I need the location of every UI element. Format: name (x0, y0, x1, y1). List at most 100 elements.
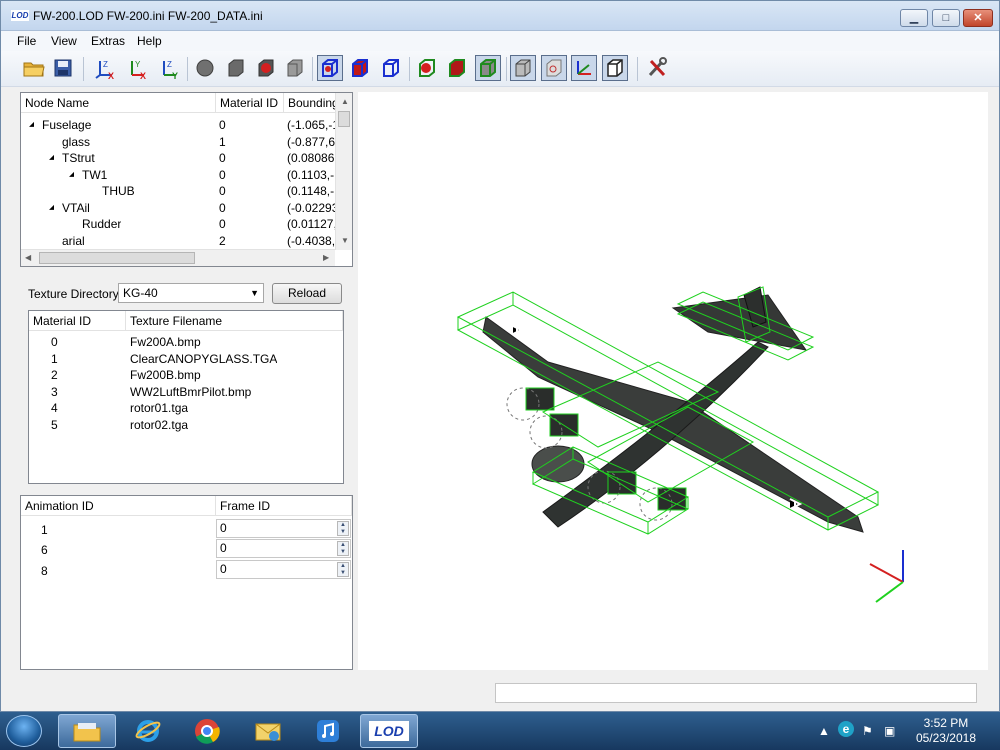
texture-material-id: 4 (51, 401, 58, 415)
gray-sphere-icon[interactable] (192, 55, 218, 81)
clock-time: 3:52 PM (923, 716, 969, 730)
texture-table[interactable]: Material ID Texture Filename 0 Fw200A.bm… (28, 310, 344, 484)
expand-arrow-icon[interactable]: ◢ (49, 200, 54, 216)
menu-help[interactable]: Help (137, 34, 162, 48)
minimize-button[interactable]: ▁ (900, 9, 928, 27)
header-material-id[interactable]: Material ID (29, 311, 126, 331)
windows-start-icon[interactable] (6, 715, 42, 747)
frame-id-spinbox[interactable]: 0 ▲ ▼ (216, 539, 351, 558)
node-bounds: (0.08086,- (287, 151, 337, 165)
bounding-box-icon[interactable] (602, 55, 628, 81)
node-name: THUB (102, 184, 135, 198)
header-material-id[interactable]: Material ID (216, 93, 284, 113)
app-window: LOD FW-200.LOD FW-200.ini FW-200_DATA.in… (0, 0, 1000, 712)
frame-id-spinbox[interactable]: 0 ▲ ▼ (216, 519, 351, 538)
frame-id-value: 0 (220, 541, 227, 555)
gray-shaded-cube-icon[interactable] (282, 55, 308, 81)
header-node-name[interactable]: Node Name (21, 93, 216, 113)
green-red-cube-icon[interactable] (444, 55, 470, 81)
texture-material-id: 2 (51, 368, 58, 382)
lod-viewer-icon[interactable]: LOD (360, 714, 418, 748)
svg-text:Y: Y (135, 60, 141, 69)
texture-filename: rotor01.tga (130, 401, 189, 415)
scroll-up-arrow-icon[interactable]: ▲ (341, 97, 349, 106)
animation-id: 8 (41, 564, 48, 578)
red-wire-cube-icon[interactable] (414, 55, 440, 81)
spin-arrows-icon[interactable]: ▲ ▼ (337, 541, 349, 556)
camera-view-icon[interactable] (541, 55, 567, 81)
save-icon[interactable] (50, 55, 76, 81)
svg-text:X: X (140, 71, 146, 79)
node-material: 0 (219, 217, 226, 231)
green-wire-cube-icon[interactable] (475, 55, 501, 81)
aircraft-model-render (456, 286, 904, 603)
spin-arrows-icon[interactable]: ▲ ▼ (337, 521, 349, 536)
blue-wire-cube-red-icon[interactable] (317, 55, 343, 81)
red-shaded-cube-icon[interactable] (253, 55, 279, 81)
node-material: 2 (219, 234, 226, 248)
expand-arrow-icon[interactable]: ◢ (29, 117, 34, 133)
gray-box-icon[interactable] (510, 55, 536, 81)
blue-wire-cube-icon[interactable] (378, 55, 404, 81)
header-animation-id[interactable]: Animation ID (21, 496, 216, 516)
menu-view[interactable]: View (51, 34, 77, 48)
maximize-button[interactable]: □ (932, 9, 960, 27)
reload-button[interactable]: Reload (272, 283, 342, 304)
node-bounds: (-0.877,6.8 (287, 135, 337, 149)
title-bar: LOD FW-200.LOD FW-200.ini FW-200_DATA.in… (1, 1, 999, 31)
scroll-thumb[interactable] (338, 111, 350, 127)
scroll-right-arrow-icon[interactable]: ▶ (323, 253, 329, 262)
system-clock[interactable]: 3:52 PM 05/23/2018 (916, 716, 976, 746)
file-explorer-icon[interactable] (58, 714, 116, 748)
header-texture-filename[interactable]: Texture Filename (126, 311, 343, 331)
open-folder-icon[interactable] (21, 55, 47, 81)
show-hidden-icons-icon[interactable]: ▲ (818, 724, 830, 738)
texture-filename: ClearCANOPYGLASS.TGA (130, 352, 278, 366)
chrome-icon[interactable] (178, 714, 236, 748)
status-field (495, 683, 977, 703)
dropdown-arrow-icon[interactable]: ▼ (250, 284, 259, 302)
menu-file[interactable]: File (17, 34, 36, 48)
node-material: 1 (219, 135, 226, 149)
rotate-x-axis-icon[interactable]: ZX (91, 55, 117, 81)
network-icon[interactable]: ▣ (884, 724, 895, 738)
texture-directory-label: Texture Directory: (28, 287, 123, 301)
3d-viewport[interactable] (358, 92, 988, 670)
vertical-scrollbar[interactable]: ▲ ▼ (335, 93, 352, 250)
mail-icon[interactable] (239, 714, 297, 748)
scroll-thumb[interactable] (39, 252, 195, 264)
frame-id-spinbox[interactable]: 0 ▲ ▼ (216, 560, 351, 579)
node-material: 0 (219, 201, 226, 215)
tray-app-icon[interactable]: e (838, 721, 854, 737)
gray-cube-icon[interactable] (223, 55, 249, 81)
tools-icon[interactable] (644, 55, 670, 81)
horizontal-scrollbar[interactable]: ◀ ▶ (21, 249, 335, 266)
node-bounds: (0.1103,-1 (287, 168, 337, 182)
node-name: Fuselage (42, 118, 92, 132)
header-frame-id[interactable]: Frame ID (216, 496, 352, 516)
node-bounds: (-1.065,-1 (287, 118, 337, 132)
node-material: 0 (219, 184, 226, 198)
texture-directory-select[interactable]: KG-40 ▼ (118, 283, 264, 303)
spin-arrows-icon[interactable]: ▲ ▼ (337, 562, 349, 577)
internet-explorer-icon[interactable] (119, 714, 177, 748)
itunes-icon[interactable] (299, 714, 357, 748)
axes-icon[interactable] (571, 55, 597, 81)
rotate-y-axis-icon[interactable]: YX (123, 55, 149, 81)
scroll-down-arrow-icon[interactable]: ▼ (341, 236, 349, 245)
blue-wire-cube-solid-icon[interactable] (347, 55, 373, 81)
close-button[interactable]: ✕ (963, 9, 993, 27)
expand-arrow-icon[interactable]: ◢ (69, 167, 74, 183)
animation-id: 6 (41, 543, 48, 557)
texture-material-id: 0 (51, 335, 58, 349)
menu-extras[interactable]: Extras (91, 34, 125, 48)
rotate-z-axis-icon[interactable]: ZY (155, 55, 181, 81)
texture-material-id: 1 (51, 352, 58, 366)
action-center-flag-icon[interactable]: ⚑ (862, 724, 873, 738)
node-tree-table[interactable]: Node Name Material ID Bounding ◢ Fuselag… (20, 92, 353, 267)
node-bounds: (0.01127,- (287, 217, 337, 231)
header-bounding[interactable]: Bounding (284, 93, 337, 113)
scroll-left-arrow-icon[interactable]: ◀ (25, 253, 31, 262)
taskbar: LOD ▲ e ⚑ ▣ 3:52 PM 05/23/2018 (0, 712, 1000, 750)
expand-arrow-icon[interactable]: ◢ (49, 150, 54, 166)
